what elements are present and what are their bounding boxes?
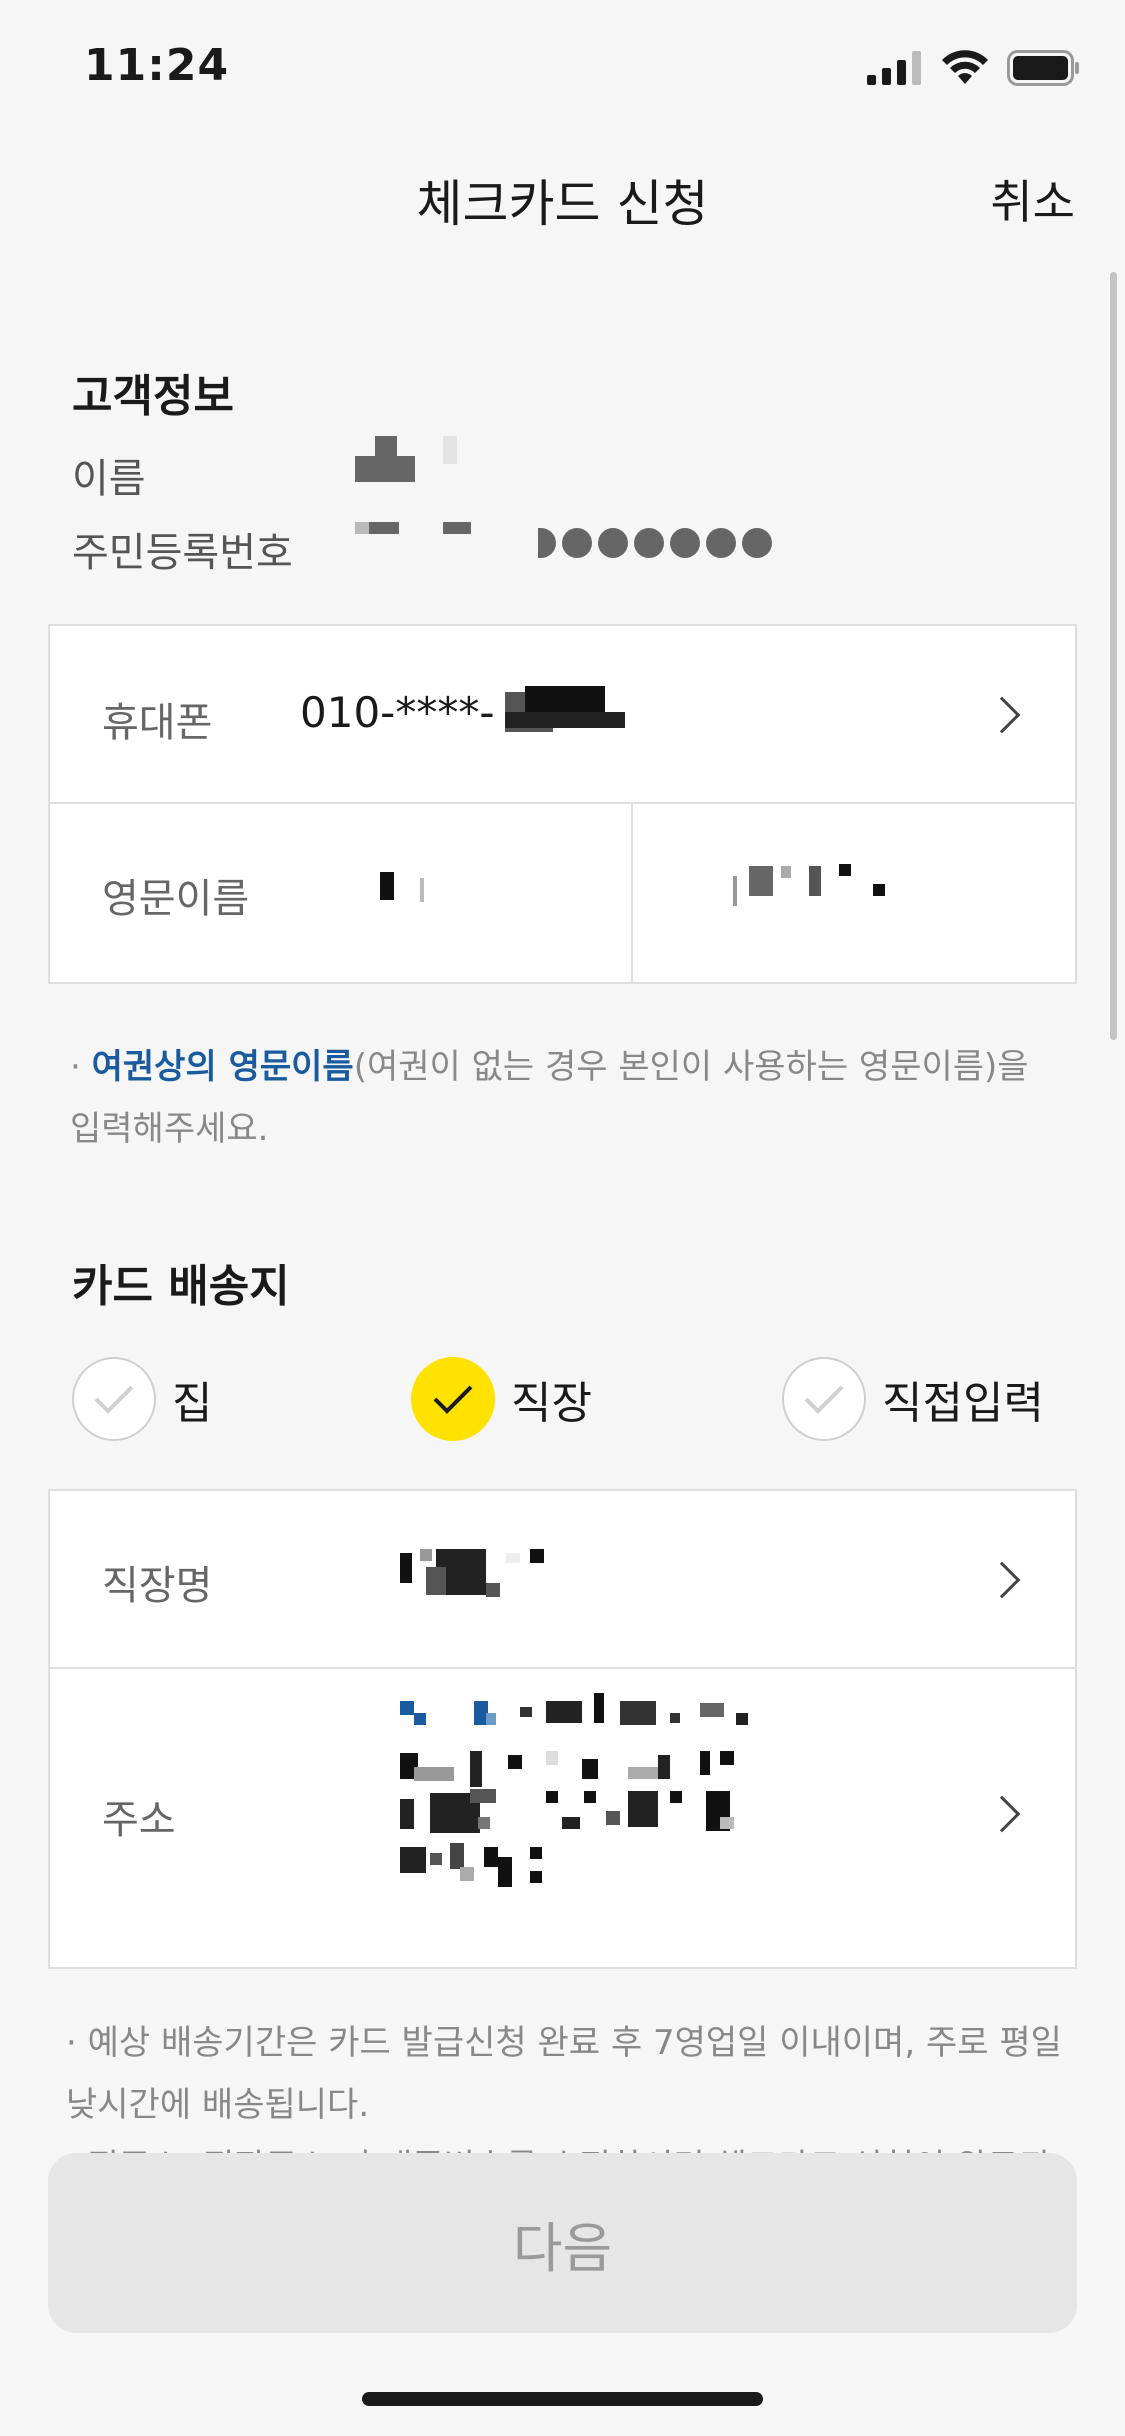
note-bullet: · — [70, 1047, 81, 1087]
scroll-indicator[interactable] — [1110, 272, 1117, 1040]
workplace-name-chevron-icon — [983, 1561, 1021, 1599]
status-bar: 11:24 — [0, 0, 1125, 140]
cellular-signal-icon — [867, 51, 921, 85]
rrn-label: 주민등록번호 — [72, 530, 293, 576]
home-indicator[interactable] — [362, 2392, 763, 2406]
note-highlight: 여권상의 영문이름 — [91, 1047, 354, 1087]
phone-value: 010-****- — [300, 688, 495, 737]
cancel-button[interactable]: 취소 — [990, 166, 1075, 232]
wifi-icon — [942, 50, 988, 84]
delivery-title: 카드 배송지 — [72, 1261, 290, 1312]
english-name-row: 영문이름 — [50, 804, 1075, 982]
delivery-option-custom[interactable]: 직접입력 — [782, 1357, 1044, 1441]
english-first-name-field[interactable] — [633, 804, 1075, 982]
check-icon — [433, 1385, 473, 1414]
phone-row[interactable]: 휴대폰 010-****- — [50, 626, 1075, 804]
radio-work-circle — [411, 1357, 495, 1441]
check-icon — [804, 1385, 844, 1414]
customer-info-title: 고객정보 — [72, 371, 234, 422]
check-icon — [94, 1385, 134, 1414]
redacted-name — [355, 436, 465, 486]
radio-custom-label: 직접입력 — [882, 1378, 1044, 1429]
phone-label: 휴대폰 — [102, 700, 213, 746]
workplace-name-row[interactable]: 직장명 — [50, 1491, 1075, 1669]
radio-custom-circle — [782, 1357, 866, 1441]
rrn-mask-dots — [538, 528, 772, 558]
contact-box: 휴대폰 010-****- 영문이름 — [48, 624, 1077, 984]
workplace-box: 직장명 주소 — [48, 1489, 1077, 1969]
english-name-note: · 여권상의 영문이름(여권이 없는 경우 본인이 사용하는 영문이름)을 입력… — [70, 1036, 1060, 1160]
nav-bar: 체크카드 신청 취소 — [0, 140, 1125, 250]
redacted-phone-suffix — [505, 686, 645, 736]
page-title: 체크카드 신청 — [416, 175, 709, 233]
status-time: 11:24 — [84, 40, 230, 91]
name-label: 이름 — [72, 456, 146, 502]
redacted-workplace-name — [400, 1549, 620, 1599]
radio-work-label: 직장 — [511, 1378, 592, 1429]
workplace-address-row[interactable]: 주소 — [50, 1669, 1075, 1969]
next-button[interactable]: 다음 — [48, 2153, 1077, 2333]
delivery-option-work[interactable]: 직장 — [411, 1357, 592, 1441]
address-chevron-icon — [983, 1795, 1021, 1833]
workplace-name-label: 직장명 — [102, 1563, 213, 1609]
address-label: 주소 — [102, 1797, 176, 1843]
redacted-address — [400, 1693, 850, 1933]
battery-icon — [1007, 50, 1079, 86]
radio-home-label: 집 — [172, 1378, 213, 1429]
delivery-option-home[interactable]: 집 — [72, 1357, 212, 1441]
english-last-name-field[interactable] — [300, 804, 630, 982]
delivery-note: · 예상 배송기간은 카드 발급신청 완료 후 7영업일 이내이며, 주로 평일… — [66, 2012, 1066, 2158]
english-name-label: 영문이름 — [102, 876, 250, 922]
phone-chevron-icon — [983, 696, 1021, 734]
radio-home-circle — [72, 1357, 156, 1441]
status-icons — [867, 50, 1081, 86]
delivery-note-line1: · 예상 배송기간은 카드 발급신청 완료 후 7영업일 이내이며, 주로 평일… — [66, 2023, 1062, 2125]
